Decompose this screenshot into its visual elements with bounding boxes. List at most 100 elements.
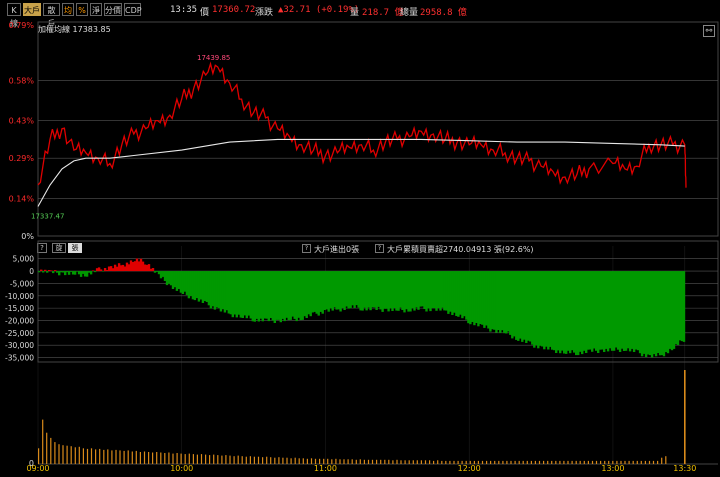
- volume-bar: [180, 453, 182, 464]
- volume-bar: [632, 460, 634, 464]
- volume-bar: [156, 452, 158, 464]
- volume-bar: [205, 454, 207, 464]
- volume-bar: [286, 457, 288, 464]
- volume-bar: [135, 450, 137, 464]
- volume-bar: [131, 451, 133, 464]
- volume-bar: [314, 458, 317, 464]
- volume-bar: [196, 454, 198, 464]
- price-panel-frame: [37, 21, 719, 237]
- volume-bar: [298, 458, 300, 464]
- volume-bar: [82, 448, 84, 464]
- volume-bar: [306, 458, 308, 464]
- volume-bar: [453, 460, 455, 464]
- high-annotation: 17439.85: [197, 54, 230, 62]
- volume-bar: [225, 455, 227, 464]
- volume-bar: [429, 460, 431, 464]
- flow-y-tick: -25,000: [5, 329, 34, 338]
- low-annotation: 17337.47: [31, 212, 64, 220]
- volume-bar: [343, 459, 345, 464]
- volume-bar: [441, 460, 443, 464]
- volume-bar: [652, 460, 655, 464]
- volume-bar: [172, 453, 174, 464]
- volume-bar: [359, 459, 361, 464]
- volume-bar: [257, 456, 260, 464]
- volume-bar: [237, 455, 239, 464]
- flow-y-tick: 5,000: [13, 255, 35, 264]
- volume-bar: [400, 460, 402, 464]
- volume-bar: [648, 460, 651, 464]
- volume-bar: [522, 460, 524, 464]
- volume-bar: [221, 455, 223, 464]
- volume-bar: [139, 452, 141, 464]
- volume-bar: [233, 456, 235, 464]
- volume-bar: [310, 458, 313, 464]
- volume-bar: [54, 442, 56, 464]
- flow-bar: [38, 271, 41, 273]
- volume-bar: [604, 460, 606, 464]
- volume-bar: [229, 455, 231, 464]
- volume-bar: [498, 460, 500, 464]
- volume-bar: [469, 460, 471, 464]
- volume-bar: [408, 460, 410, 464]
- volume-bar: [168, 452, 170, 464]
- volume-bar: [78, 446, 80, 464]
- volume-bar: [392, 460, 394, 464]
- flow-y-tick: -35,000: [5, 354, 34, 363]
- volume-bar: [152, 452, 154, 464]
- volume-bar: [534, 460, 536, 464]
- volume-bar: [274, 457, 276, 464]
- volume-bar: [624, 460, 626, 464]
- volume-bar: [640, 460, 642, 464]
- volume-bar: [465, 460, 467, 464]
- volume-bar: [477, 460, 479, 464]
- volume-bar: [253, 456, 255, 464]
- volume-bar: [591, 460, 594, 464]
- volume-bar: [262, 457, 264, 464]
- volume-bar: [371, 459, 374, 464]
- volume-bar: [449, 460, 451, 464]
- volume-bar: [575, 460, 577, 464]
- price-y-tick: 0.14%: [9, 194, 35, 203]
- volume-bar: [555, 460, 557, 464]
- volume-bar: [176, 453, 178, 464]
- volume-bar: [616, 460, 618, 464]
- volume-bar: [327, 458, 329, 464]
- volume-bar: [551, 460, 553, 464]
- flow-y-tick: -10,000: [5, 292, 34, 301]
- flow-bar: [99, 269, 103, 271]
- volume-bar: [396, 459, 398, 464]
- x-tick-label: 12:00: [458, 464, 481, 473]
- volume-bar: [380, 459, 382, 464]
- volume-bar: [127, 450, 129, 464]
- volume-bar: [571, 460, 573, 464]
- volume-bar: [612, 460, 614, 464]
- intraday-chart: 0.79% 0.58% 0.43% 0.29% 0.14% 0% 17439.85 17337…: [5, 21, 719, 473]
- volume-bar: [123, 450, 125, 464]
- volume-bar: [587, 460, 589, 464]
- price-y-tick: 0.79%: [9, 21, 35, 30]
- volume-bar: [547, 460, 549, 464]
- volume-bar: [164, 453, 166, 464]
- volume-bar: [86, 448, 89, 464]
- flow-bar: [44, 269, 47, 271]
- volume-bar: [70, 446, 72, 464]
- volume-bar: [559, 460, 561, 464]
- flow-bar: [89, 271, 93, 275]
- volume-bar: [192, 454, 194, 464]
- volume-bar: [628, 460, 630, 464]
- volume-bar: [148, 452, 150, 464]
- volume-bar: [620, 460, 622, 464]
- price-y-tick: 0.43%: [9, 117, 35, 126]
- volume-bar: [502, 460, 504, 464]
- flow-y-tick: -20,000: [5, 316, 34, 325]
- volume-bar: [420, 460, 422, 464]
- volume-bar: [595, 460, 598, 464]
- volume-bar: [363, 459, 365, 464]
- volume-bar: [119, 450, 121, 464]
- volume-bar: [249, 456, 251, 464]
- volume-bar: [66, 445, 68, 464]
- volume-bar: [188, 453, 190, 464]
- volume-bar: [347, 459, 349, 464]
- volume-bar: [445, 460, 447, 464]
- volume-bar: [404, 460, 406, 464]
